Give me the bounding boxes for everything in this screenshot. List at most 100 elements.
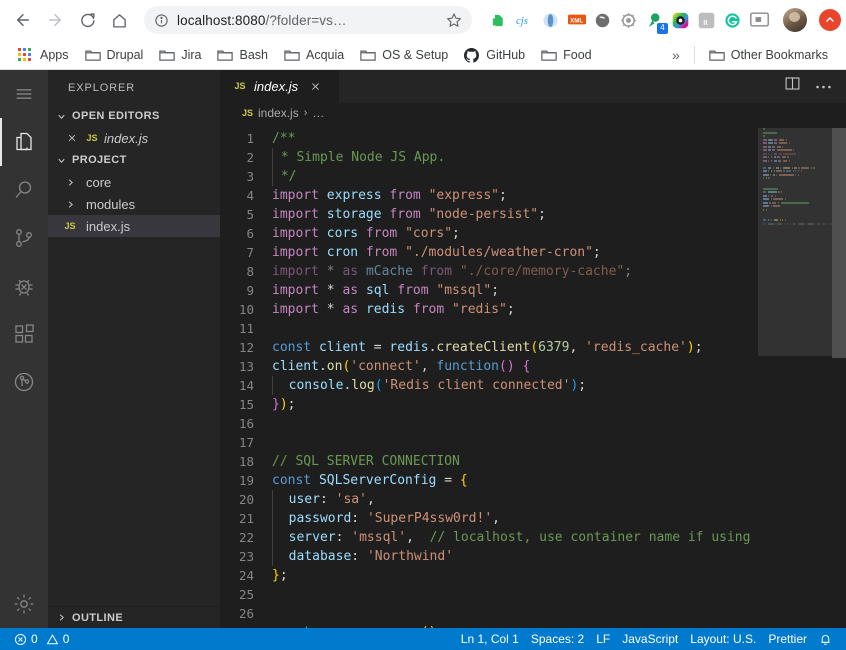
tree-item-label: index.js — [86, 218, 131, 234]
info-circle-icon — [154, 13, 169, 28]
gear-globe-extension-icon[interactable] — [620, 12, 637, 29]
tab-close-icon[interactable] — [310, 81, 321, 92]
search-icon[interactable] — [0, 166, 48, 214]
run-debug-icon[interactable] — [0, 262, 48, 310]
editor-scrollbar[interactable] — [832, 124, 846, 628]
line-number: 21 — [238, 510, 254, 526]
bookmark-apps[interactable]: Apps — [10, 45, 77, 65]
breadcrumb-file[interactable]: index.js — [258, 106, 299, 120]
code-token: ; — [499, 187, 507, 203]
split-editor-icon[interactable] — [784, 75, 801, 97]
files-explorer-icon[interactable] — [0, 118, 48, 166]
open-editor-index-js[interactable]: JS index.js — [48, 127, 220, 149]
code-token: 'Northwind' — [366, 548, 454, 564]
menu-icon[interactable] — [0, 70, 48, 118]
code-token: /** — [272, 130, 296, 146]
line-number: 4 — [246, 187, 254, 203]
forward-button[interactable] — [40, 5, 70, 35]
colorwheel-extension-icon[interactable] — [672, 12, 689, 29]
browser-toolbar: localhost:8080/?folder=vs… cjs XML 4 ʀ — [0, 0, 846, 40]
line-number: 25 — [238, 586, 254, 602]
tree-item-index-js[interactable]: JS index.js — [48, 215, 220, 237]
address-bar[interactable]: localhost:8080/?folder=vs… — [144, 6, 472, 34]
r-extension-icon[interactable]: ʀ — [698, 12, 715, 29]
code-editor[interactable]: 1/** 2 * Simple Node JS App. 3 */4 import e… — [220, 123, 846, 628]
code-line-text: }); — [272, 395, 758, 414]
js-file-badge: JS — [86, 133, 98, 143]
code-token: "./modules/weather-cron" — [405, 244, 593, 260]
status-indentation[interactable]: Spaces: 2 — [525, 628, 590, 650]
home-button[interactable] — [104, 5, 134, 35]
code-token: , — [366, 491, 375, 507]
tree-item-core[interactable]: core — [48, 171, 220, 193]
green-pin-extension-icon[interactable]: 4 — [646, 12, 668, 34]
blue-ring-extension-icon[interactable] — [542, 12, 559, 29]
line-number: 20 — [238, 491, 254, 507]
code-token: * — [326, 282, 343, 298]
source-control-icon[interactable] — [0, 214, 48, 262]
bookmark-bash[interactable]: Bash — [209, 45, 276, 65]
status-language-mode[interactable]: JavaScript — [616, 628, 684, 650]
code-token: from — [405, 301, 453, 317]
breadcrumb-more[interactable]: … — [312, 106, 324, 120]
extensions-icon[interactable] — [0, 310, 48, 358]
svg-text:XML: XML — [570, 17, 583, 24]
xml-extension-icon[interactable]: XML — [568, 12, 586, 29]
video-extension-icon[interactable] — [750, 11, 769, 29]
bell-icon[interactable] — [813, 628, 838, 650]
code-token: ) — [506, 358, 515, 374]
code-token: from — [381, 187, 429, 203]
bookmark-food[interactable]: Food — [533, 45, 600, 65]
evernote-extension-icon[interactable] — [490, 12, 507, 29]
line-number: 15 — [238, 396, 254, 412]
bookmark-jira[interactable]: Jira — [151, 45, 209, 65]
code-scroll-area[interactable]: 1/** 2 * Simple Node JS App. 3 */4 import e… — [220, 124, 758, 628]
tab-index-js[interactable]: JS index.js — [220, 70, 340, 103]
code-token: ; — [279, 567, 288, 583]
gray-drop-extension-icon[interactable] — [594, 12, 611, 29]
update-button[interactable] — [819, 9, 841, 31]
tree-item-modules[interactable]: modules — [48, 193, 220, 215]
line-number: 13 — [238, 358, 254, 374]
js-file-badge: JS — [64, 221, 76, 231]
star-icon[interactable] — [446, 12, 462, 28]
minimap[interactable] — [758, 123, 846, 628]
close-icon[interactable] — [64, 133, 80, 143]
bookmarks-overflow-button[interactable]: » — [664, 47, 688, 63]
back-button[interactable] — [8, 5, 38, 35]
remote-explorer-icon[interactable] — [0, 358, 48, 406]
bookmark-drupal[interactable]: Drupal — [77, 45, 152, 65]
other-bookmarks-button[interactable]: Other Bookmarks — [701, 45, 836, 65]
chevron-right-icon — [62, 174, 78, 190]
status-cursor-position[interactable]: Ln 1, Col 1 — [455, 628, 525, 650]
open-editors-header[interactable]: OPEN EDITORS — [48, 105, 220, 127]
code-token: app — [319, 625, 342, 628]
code-token: ( — [374, 377, 383, 393]
code-line: 9 import * as sql from "mssql"; — [220, 281, 758, 300]
code-token: : — [351, 510, 367, 526]
outline-header[interactable]: OUTLINE — [48, 606, 220, 628]
grammarly-extension-icon[interactable] — [724, 12, 741, 29]
code-token: import — [272, 187, 327, 203]
status-problems[interactable]: 0 0 — [8, 628, 75, 650]
bookmark-acquia[interactable]: Acquia — [276, 45, 352, 65]
bookmark-os-setup[interactable]: OS & Setup — [352, 45, 456, 65]
code-token: ; — [506, 301, 515, 317]
more-actions-icon[interactable] — [815, 77, 832, 95]
scrollbar-thumb[interactable] — [832, 127, 846, 358]
bookmark-github[interactable]: GitHub — [456, 45, 533, 65]
explorer-title: EXPLORER — [68, 81, 136, 94]
project-label: PROJECT — [72, 154, 127, 166]
code-line-text: import express from "express"; — [272, 186, 758, 205]
status-eol[interactable]: LF — [590, 628, 616, 650]
status-keyboard-layout[interactable]: Layout: U.S. — [684, 628, 762, 650]
cjs-extension-icon[interactable]: cjs — [516, 12, 533, 29]
minimap-slider[interactable] — [758, 127, 838, 356]
project-header[interactable]: PROJECT — [48, 149, 220, 171]
avatar[interactable] — [783, 8, 807, 32]
settings-gear-icon[interactable] — [0, 580, 48, 628]
status-formatter[interactable]: Prettier — [762, 628, 813, 650]
code-token: = — [436, 472, 460, 488]
code-token: ) — [686, 339, 695, 355]
reload-button[interactable] — [72, 5, 102, 35]
